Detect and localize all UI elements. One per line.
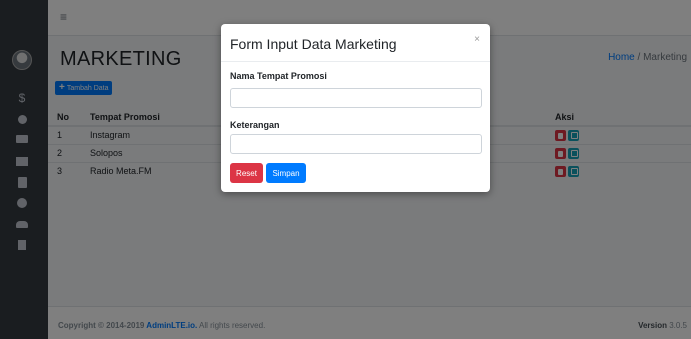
field-label-nama-tempat: Nama Tempat Promosi — [230, 71, 327, 81]
keterangan-input[interactable] — [230, 134, 482, 154]
close-icon[interactable]: × — [474, 34, 480, 45]
modal-title: Form Input Data Marketing — [230, 36, 397, 52]
nama-tempat-promosi-input[interactable] — [230, 88, 482, 108]
reset-button[interactable]: Reset — [230, 163, 263, 183]
form-modal: Form Input Data Marketing × Nama Tempat … — [221, 24, 490, 192]
modal-header: Form Input Data Marketing × — [221, 24, 490, 62]
field-label-keterangan: Keterangan — [230, 120, 280, 130]
save-button[interactable]: Simpan — [266, 163, 306, 183]
